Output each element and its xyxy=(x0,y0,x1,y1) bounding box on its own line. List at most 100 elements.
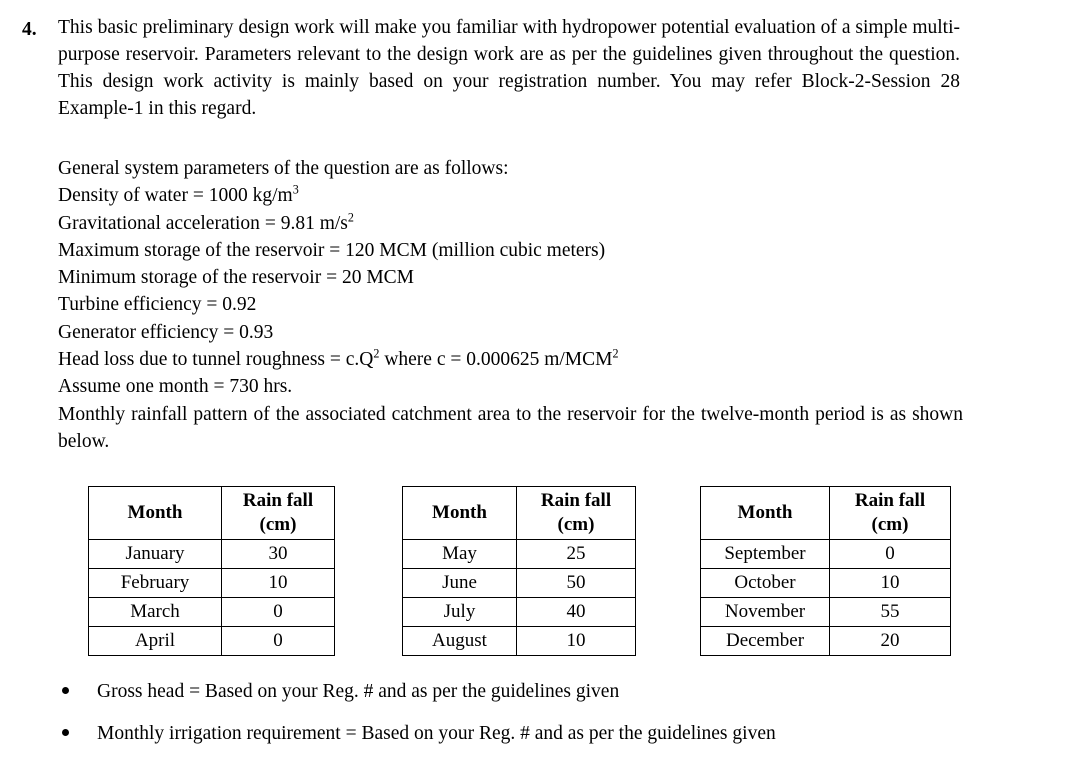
parameter-minimum-storage: Minimum storage of the reservoir = 20 MC… xyxy=(58,264,978,291)
parameter-value: 120 MCM (million cubic meters) xyxy=(345,239,606,261)
table-row: October 10 xyxy=(700,568,951,598)
bullet-text: Gross head = Based on your Reg. # and as… xyxy=(97,681,620,702)
parameter-label: Generator efficiency xyxy=(58,321,219,343)
parameter-value: 0.93 xyxy=(239,321,274,343)
table-row: January 30 xyxy=(88,539,335,569)
parameter-value: 20 MCM xyxy=(341,267,414,289)
parameter-separator: = xyxy=(201,294,223,316)
table-row: September 0 xyxy=(700,539,951,569)
table-header-row: Month Rain fall (cm) xyxy=(88,486,335,540)
cell-month: June xyxy=(402,568,517,598)
parameter-label: Head loss due to tunnel roughness xyxy=(58,349,326,371)
parameter-head-loss: Head loss due to tunnel roughness = c.Q 2… xyxy=(58,346,978,373)
cell-rainfall: 55 xyxy=(829,597,951,627)
cell-month: October xyxy=(700,568,830,598)
list-item: Monthly irrigation requirement = Based o… xyxy=(62,721,1012,763)
cell-rainfall: 30 xyxy=(221,539,335,569)
parameter-separator: = xyxy=(187,185,209,207)
cell-rainfall: 10 xyxy=(221,568,335,598)
cell-rainfall: 10 xyxy=(516,626,636,656)
parameter-value: 0.92 xyxy=(222,294,257,316)
table-body: January 30 February 10 March 0 April 0 xyxy=(88,539,335,656)
question-text: This basic preliminary design work will … xyxy=(58,14,960,122)
table-row: April 0 xyxy=(88,626,335,656)
document-page: 4. This basic preliminary design work wi… xyxy=(0,0,1071,756)
question-block: 4. This basic preliminary design work wi… xyxy=(22,14,960,122)
rainfall-table-sep-dec: Month Rain fall (cm) September 0 October… xyxy=(700,486,951,656)
parameters-intro: General system parameters of the questio… xyxy=(58,158,509,179)
table-header: Month Rain fall (cm) xyxy=(700,486,951,540)
table-row: February 10 xyxy=(88,568,335,598)
rainfall-note: Monthly rainfall pattern of the associat… xyxy=(58,403,963,452)
cell-rainfall: 20 xyxy=(829,626,951,656)
cell-rainfall: 0 xyxy=(221,597,335,627)
column-header-rainfall-line2: (cm) xyxy=(871,514,909,535)
cell-month: May xyxy=(402,539,517,569)
column-header-month: Month xyxy=(700,486,830,540)
parameter-assume-one-month: Assume one month = 730 hrs. xyxy=(58,376,293,398)
head-loss-expression: c.Q xyxy=(345,349,374,371)
parameter-separator: = xyxy=(259,212,281,234)
column-header-rainfall-line1: Rain fall xyxy=(540,490,612,511)
column-header-month: Month xyxy=(88,486,222,540)
cell-month: February xyxy=(88,568,222,598)
parameter-separator: = xyxy=(324,239,346,261)
parameter-label: Maximum storage of the reservoir xyxy=(58,239,325,261)
parameter-maximum-storage: Maximum storage of the reservoir = 120 M… xyxy=(58,237,978,264)
question-paragraph: This basic preliminary design work will … xyxy=(58,17,960,119)
parameter-label: Minimum storage of the reservoir xyxy=(58,267,322,289)
table-header: Month Rain fall (cm) xyxy=(88,486,335,540)
cell-month: January xyxy=(88,539,222,569)
column-header-rainfall-line2: (cm) xyxy=(557,514,595,535)
parameter-gravitational-acceleration: Gravitational acceleration = 9.81 m/s2 xyxy=(58,210,978,237)
rainfall-table-may-aug: Month Rain fall (cm) May 25 June 50 July… xyxy=(402,486,636,656)
parameter-generator-efficiency: Generator efficiency = 0.93 xyxy=(58,319,978,346)
column-header-rainfall-line2: (cm) xyxy=(259,514,297,535)
column-header-month: Month xyxy=(402,486,517,540)
parameter-separator: = xyxy=(218,321,240,343)
table-row: May 25 xyxy=(402,539,636,569)
cell-month: April xyxy=(88,626,222,656)
column-header-rainfall-line1: Rain fall xyxy=(242,490,314,511)
cell-month: March xyxy=(88,597,222,627)
cell-month: December xyxy=(700,626,830,656)
cell-rainfall: 50 xyxy=(516,568,636,598)
column-header-rainfall-line1: Rain fall xyxy=(854,490,926,511)
parameter-label: Density of water xyxy=(58,185,188,207)
parameter-separator: = xyxy=(325,349,346,371)
cell-month: August xyxy=(402,626,517,656)
cell-rainfall: 10 xyxy=(829,568,951,598)
bullet-text: Monthly irrigation requirement = Based o… xyxy=(97,723,776,744)
cell-month: November xyxy=(700,597,830,627)
requirements-bullet-list: Gross head = Based on your Reg. # and as… xyxy=(62,679,1012,763)
parameter-label: Turbine efficiency xyxy=(58,294,202,316)
rainfall-table-jan-apr: Month Rain fall (cm) January 30 February… xyxy=(88,486,335,656)
parameters-list: General system parameters of the questio… xyxy=(58,155,978,455)
table-row: August 10 xyxy=(402,626,636,656)
column-header-rainfall: Rain fall (cm) xyxy=(516,486,636,540)
question-number: 4. xyxy=(22,19,37,40)
parameter-value: 9.81 m/s xyxy=(280,212,348,234)
parameter-turbine-efficiency: Turbine efficiency = 0.92 xyxy=(58,291,978,318)
cell-month: September xyxy=(700,539,830,569)
table-row: June 50 xyxy=(402,568,636,598)
column-header-rainfall: Rain fall (cm) xyxy=(221,486,335,540)
list-item: Gross head = Based on your Reg. # and as… xyxy=(62,679,1012,721)
table-body: September 0 October 10 November 55 Decem… xyxy=(700,539,951,656)
table-row: March 0 xyxy=(88,597,335,627)
table-row: July 40 xyxy=(402,597,636,627)
parameter-label: Gravitational acceleration xyxy=(58,212,260,234)
table-header: Month Rain fall (cm) xyxy=(402,486,636,540)
cell-rainfall: 0 xyxy=(829,539,951,569)
table-row: November 55 xyxy=(700,597,951,627)
cell-rainfall: 0 xyxy=(221,626,335,656)
head-loss-coefficient: where c = 0.000625 m/MCM xyxy=(379,349,613,371)
bullet-icon xyxy=(62,729,69,736)
parameter-separator: = xyxy=(321,267,342,289)
column-header-rainfall: Rain fall (cm) xyxy=(829,486,951,540)
parameter-superscript: 3 xyxy=(292,182,299,197)
table-row: December 20 xyxy=(700,626,951,656)
bullet-icon xyxy=(62,687,69,694)
cell-rainfall: 40 xyxy=(516,597,636,627)
table-header-row: Month Rain fall (cm) xyxy=(402,486,636,540)
